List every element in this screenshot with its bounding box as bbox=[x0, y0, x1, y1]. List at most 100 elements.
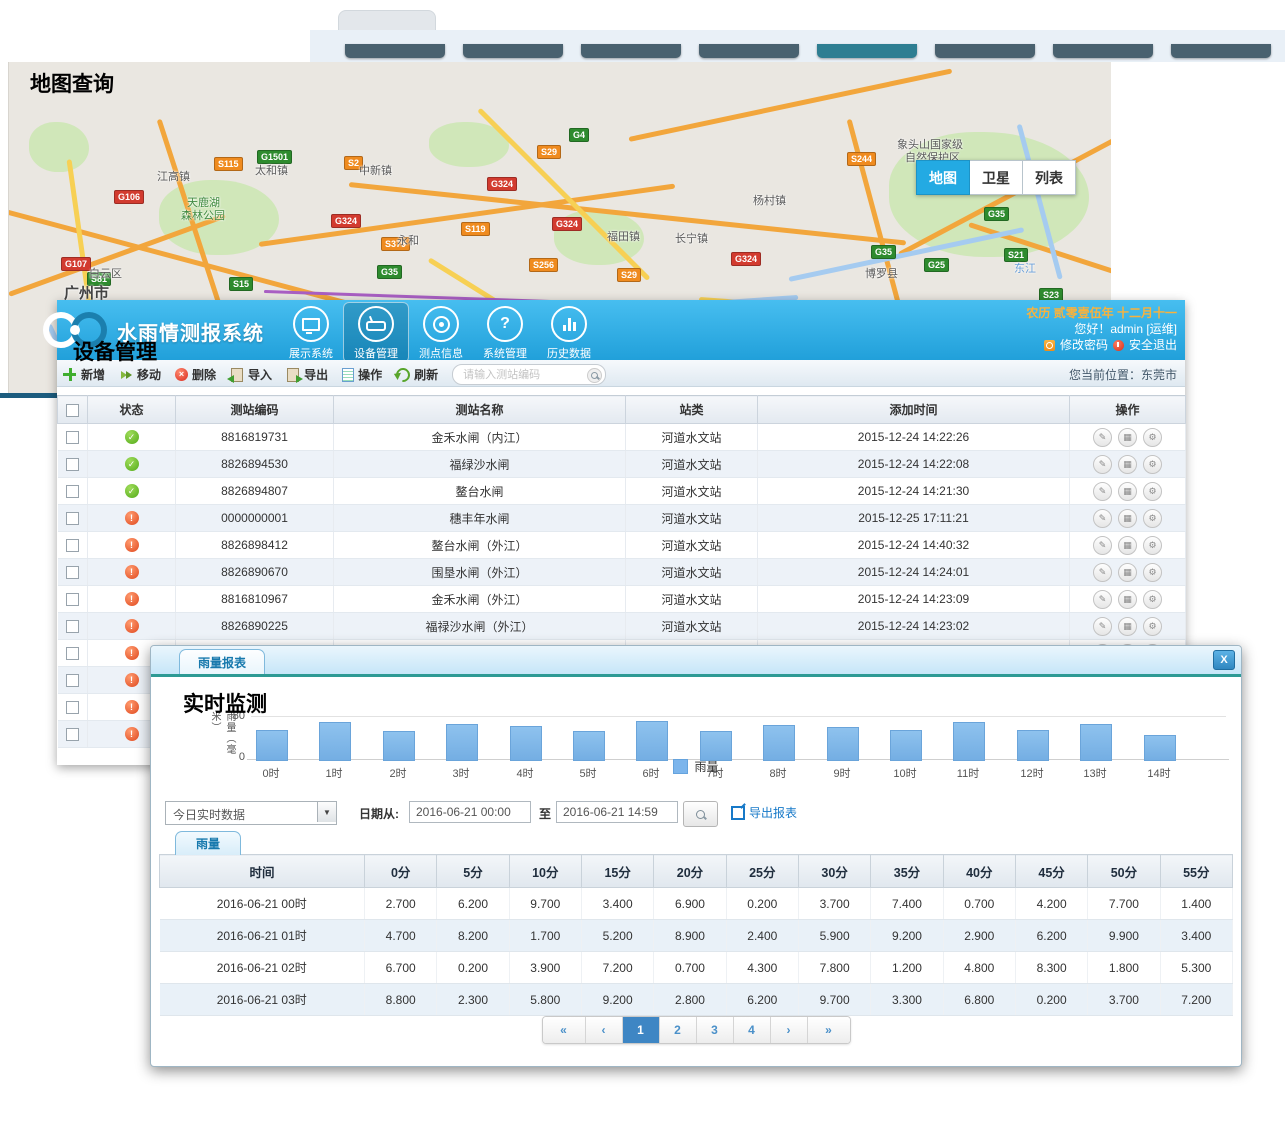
tab-rainfall-report[interactable]: 雨量报表 bbox=[179, 649, 265, 675]
toolbar-imp-button[interactable]: 导入 bbox=[230, 366, 272, 383]
search-icon[interactable] bbox=[587, 368, 602, 383]
edit-icon[interactable]: ✎ bbox=[1093, 563, 1112, 582]
toolbar-del-button[interactable]: ×删除 bbox=[175, 366, 216, 383]
checkbox[interactable] bbox=[66, 485, 79, 498]
date-from-input[interactable] bbox=[409, 801, 531, 823]
rainfall-value-cell: 5.300 bbox=[1160, 952, 1232, 984]
gear-icon[interactable]: ⚙ bbox=[1143, 563, 1162, 582]
edit-icon[interactable]: ✎ bbox=[1093, 428, 1112, 447]
edit-icon[interactable]: ✎ bbox=[1093, 482, 1112, 501]
page-button-‹[interactable]: ‹ bbox=[585, 1017, 622, 1043]
nav-item-question[interactable]: ?系统管理 bbox=[473, 302, 537, 362]
gear-icon[interactable]: ⚙ bbox=[1143, 617, 1162, 636]
map-type-button[interactable]: 卫星 bbox=[970, 160, 1023, 195]
edit-icon[interactable]: ✎ bbox=[1093, 536, 1112, 555]
gear-icon[interactable]: ⚙ bbox=[1143, 455, 1162, 474]
edit-icon[interactable]: ✎ bbox=[1093, 617, 1112, 636]
archive-icon[interactable]: ▦ bbox=[1118, 509, 1137, 528]
station-type-cell: 河道水文站 bbox=[626, 586, 758, 613]
archive-icon[interactable]: ▦ bbox=[1118, 617, 1137, 636]
rainfall-bar bbox=[573, 731, 605, 761]
row-checkbox-cell bbox=[58, 667, 88, 694]
edit-icon[interactable]: ✎ bbox=[1093, 509, 1112, 528]
edit-icon[interactable]: ✎ bbox=[1093, 455, 1112, 474]
station-code-cell: 8826894530 bbox=[176, 451, 334, 478]
gear-icon[interactable]: ⚙ bbox=[1143, 590, 1162, 609]
archive-icon[interactable]: ▦ bbox=[1118, 482, 1137, 501]
checkbox[interactable] bbox=[66, 647, 79, 660]
gear-icon[interactable]: ⚙ bbox=[1143, 536, 1162, 555]
data-mode-select[interactable]: 今日实时数据 ▼ bbox=[165, 801, 337, 825]
road-badge: S115 bbox=[214, 157, 243, 171]
map-type-active-button[interactable]: 地图 bbox=[916, 160, 970, 195]
checkbox[interactable] bbox=[66, 701, 79, 714]
checkbox[interactable] bbox=[66, 431, 79, 444]
page-button-3[interactable]: 3 bbox=[696, 1017, 733, 1043]
nav-item-target[interactable]: 测点信息 bbox=[409, 302, 473, 362]
station-type-cell: 河道水文站 bbox=[626, 478, 758, 505]
nav-item-label: 系统管理 bbox=[483, 345, 527, 361]
nav-item-chart[interactable]: 历史数据 bbox=[537, 302, 601, 362]
checkbox[interactable] bbox=[66, 620, 79, 633]
y-axis-label: 雨量（毫米） bbox=[207, 711, 237, 763]
station-name-cell: 福禄沙水闸（外江） bbox=[334, 613, 626, 640]
checkbox[interactable] bbox=[66, 593, 79, 606]
status-ok-icon: ✓ bbox=[125, 430, 139, 444]
top-dark-tab bbox=[463, 44, 563, 58]
page-button-«[interactable]: « bbox=[543, 1017, 585, 1043]
station-col-header: 状态 bbox=[88, 396, 176, 424]
nav-item-monitor[interactable]: 展示系统 bbox=[279, 302, 343, 362]
status-error-icon: ! bbox=[125, 511, 139, 525]
checkbox[interactable] bbox=[66, 728, 79, 741]
page-button-2[interactable]: 2 bbox=[659, 1017, 696, 1043]
row-checkbox-cell bbox=[58, 613, 88, 640]
tab-rainfall[interactable]: 雨量 bbox=[175, 831, 241, 855]
checkbox[interactable] bbox=[66, 458, 79, 471]
map-label: 东江 bbox=[1014, 260, 1036, 276]
page-button-4[interactable]: 4 bbox=[733, 1017, 770, 1043]
search-button[interactable] bbox=[683, 801, 718, 827]
checkbox[interactable] bbox=[66, 404, 79, 417]
gear-icon[interactable]: ⚙ bbox=[1143, 428, 1162, 447]
nav-item-device[interactable]: 设备管理 bbox=[343, 302, 409, 363]
page-button-»[interactable]: » bbox=[807, 1017, 850, 1043]
date-to-input[interactable] bbox=[556, 801, 678, 823]
page-button-1[interactable]: 1 bbox=[622, 1017, 659, 1043]
checkbox[interactable] bbox=[66, 674, 79, 687]
user-greeting: 您好！admin [运维] bbox=[1026, 321, 1177, 337]
toolbar-exp-button[interactable]: 导出 bbox=[286, 366, 328, 383]
map-type-button[interactable]: 列表 bbox=[1023, 160, 1076, 195]
checkbox[interactable] bbox=[66, 539, 79, 552]
archive-icon[interactable]: ▦ bbox=[1118, 428, 1137, 447]
status-error-icon: ! bbox=[125, 700, 139, 714]
archive-icon[interactable]: ▦ bbox=[1118, 563, 1137, 582]
archive-icon[interactable]: ▦ bbox=[1118, 455, 1137, 474]
legend-label: 雨量 bbox=[694, 758, 718, 775]
station-search-input[interactable] bbox=[461, 366, 583, 383]
table-row: !8826898412鳌台水闸（外江）河道水文站2015-12-24 14:40… bbox=[58, 532, 1186, 559]
toolbar-refresh-button[interactable]: 刷新 bbox=[396, 366, 438, 383]
refresh-icon bbox=[393, 365, 413, 385]
archive-icon[interactable]: ▦ bbox=[1118, 590, 1137, 609]
pagination-group: «‹1234›» bbox=[542, 1016, 851, 1044]
checkbox[interactable] bbox=[66, 566, 79, 579]
chevron-down-icon[interactable]: ▼ bbox=[317, 802, 336, 822]
checkbox[interactable] bbox=[66, 512, 79, 525]
gear-icon[interactable]: ⚙ bbox=[1143, 509, 1162, 528]
gear-icon[interactable]: ⚙ bbox=[1143, 482, 1162, 501]
station-name-cell: 鳌台水闸（外江） bbox=[334, 532, 626, 559]
toolbar-move-button[interactable]: 移动 bbox=[119, 366, 161, 383]
close-button[interactable]: X bbox=[1213, 650, 1235, 670]
row-status-cell: ! bbox=[88, 532, 176, 559]
toolbar-plus-button[interactable]: 新增 bbox=[63, 366, 105, 383]
archive-icon[interactable]: ▦ bbox=[1118, 536, 1137, 555]
map-label: 杨村镇 bbox=[753, 192, 786, 208]
edit-icon[interactable]: ✎ bbox=[1093, 590, 1112, 609]
nav-item-label: 测点信息 bbox=[419, 345, 463, 361]
logout-link[interactable]: 安全退出 bbox=[1129, 337, 1177, 353]
toolbar-doc-button[interactable]: 操作 bbox=[342, 366, 382, 383]
page-button-›[interactable]: › bbox=[770, 1017, 807, 1043]
change-password-link[interactable]: 修改密码 bbox=[1060, 337, 1108, 353]
export-report-link[interactable]: 导出报表 bbox=[731, 804, 797, 821]
rainfall-col-header: 45分 bbox=[1015, 855, 1087, 888]
